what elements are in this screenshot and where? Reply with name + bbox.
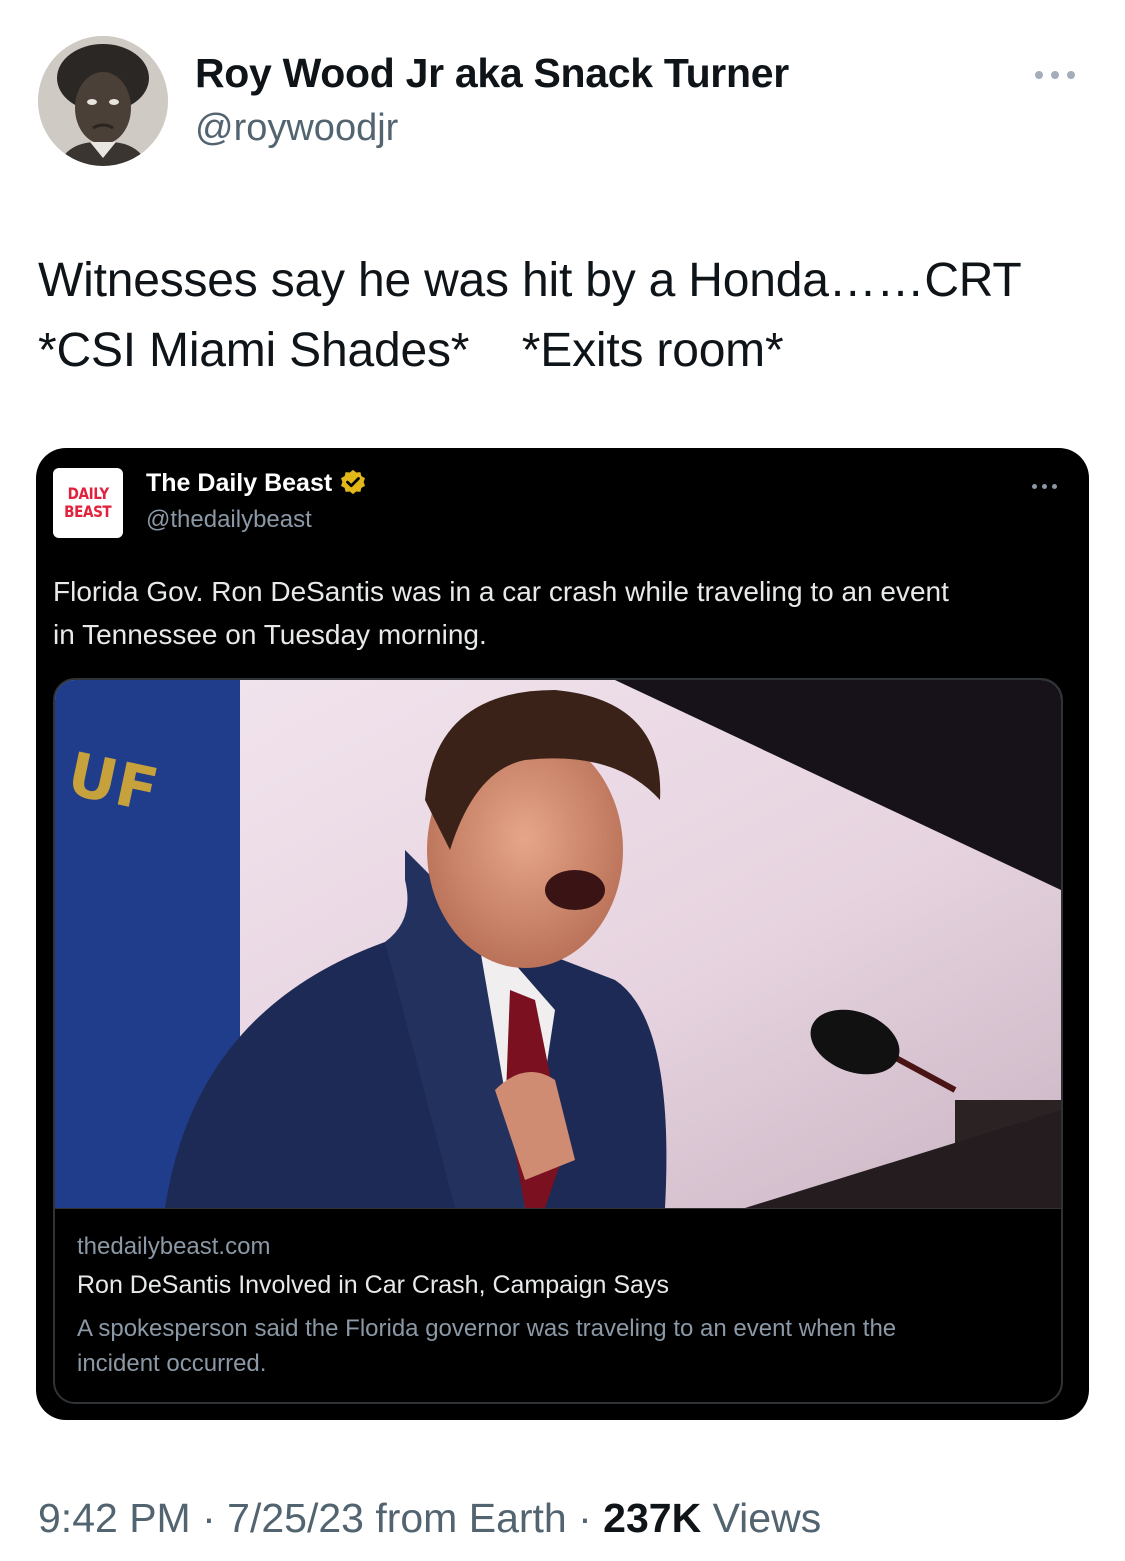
quoted-display-name[interactable]: The Daily Beast	[146, 469, 332, 498]
quoted-text-line: Florida Gov. Ron DeSantis was in a car c…	[53, 576, 949, 607]
tweet-source: from Earth	[363, 1495, 567, 1541]
more-options-icon[interactable]	[1035, 62, 1089, 88]
logo-text-line: BEAST	[64, 502, 112, 521]
author-avatar[interactable]	[38, 36, 168, 166]
link-domain: thedailybeast.com	[77, 1233, 271, 1260]
tweet-text: Witnesses say he was hit by a Honda……CRT…	[38, 246, 1098, 386]
author-avatar-image	[38, 36, 168, 166]
quoted-tweet-text: Florida Gov. Ron DeSantis was in a car c…	[53, 570, 1073, 656]
link-title[interactable]: Ron DeSantis Involved in Car Crash, Camp…	[77, 1271, 669, 1300]
link-preview-card[interactable]: UF thedailybeast.com Ron DeSantis Involv…	[53, 678, 1063, 1404]
link-preview-image[interactable]: UF	[55, 680, 1061, 1208]
tweet-date[interactable]: 7/25/23	[227, 1495, 364, 1541]
tweet-text-line: Witnesses say he was hit by a Honda……CRT	[38, 254, 1022, 307]
quoted-tweet-card[interactable]: DAILY BEAST The Daily Beast @thedailybea…	[36, 448, 1089, 1420]
verified-badge-icon	[341, 469, 366, 495]
tweet-text-line: *CSI Miami Shades* *Exits room*	[38, 324, 784, 377]
author-display-name[interactable]: Roy Wood Jr aka Snack Turner	[195, 50, 789, 97]
author-handle[interactable]: @roywoodjr	[195, 107, 398, 150]
link-description-line: A spokesperson said the Florida governor…	[77, 1315, 897, 1342]
meta-separator: ·	[190, 1495, 228, 1541]
quoted-display-name-row[interactable]: The Daily Beast	[146, 468, 368, 498]
views-count[interactable]: 237K	[603, 1495, 701, 1541]
link-preview-meta[interactable]: thedailybeast.com Ron DeSantis Involved …	[55, 1208, 1061, 1402]
logo-text-line: DAILY	[67, 484, 109, 503]
link-description: A spokesperson said the Florida governor…	[77, 1311, 1037, 1381]
daily-beast-logo[interactable]: DAILY BEAST	[53, 468, 123, 538]
tweet-meta: 9:42 PM · 7/25/23 from Earth · 237K View…	[38, 1495, 821, 1542]
views-label: Views	[701, 1495, 822, 1541]
meta-separator: ·	[566, 1495, 604, 1541]
quoted-more-options-icon[interactable]	[1032, 484, 1057, 489]
quoted-text-line: in Tennessee on Tuesday morning.	[53, 619, 487, 650]
tweet-time[interactable]: 9:42 PM	[38, 1495, 191, 1541]
link-description-line: incident occurred.	[77, 1350, 267, 1377]
quoted-handle[interactable]: @thedailybeast	[146, 506, 312, 534]
